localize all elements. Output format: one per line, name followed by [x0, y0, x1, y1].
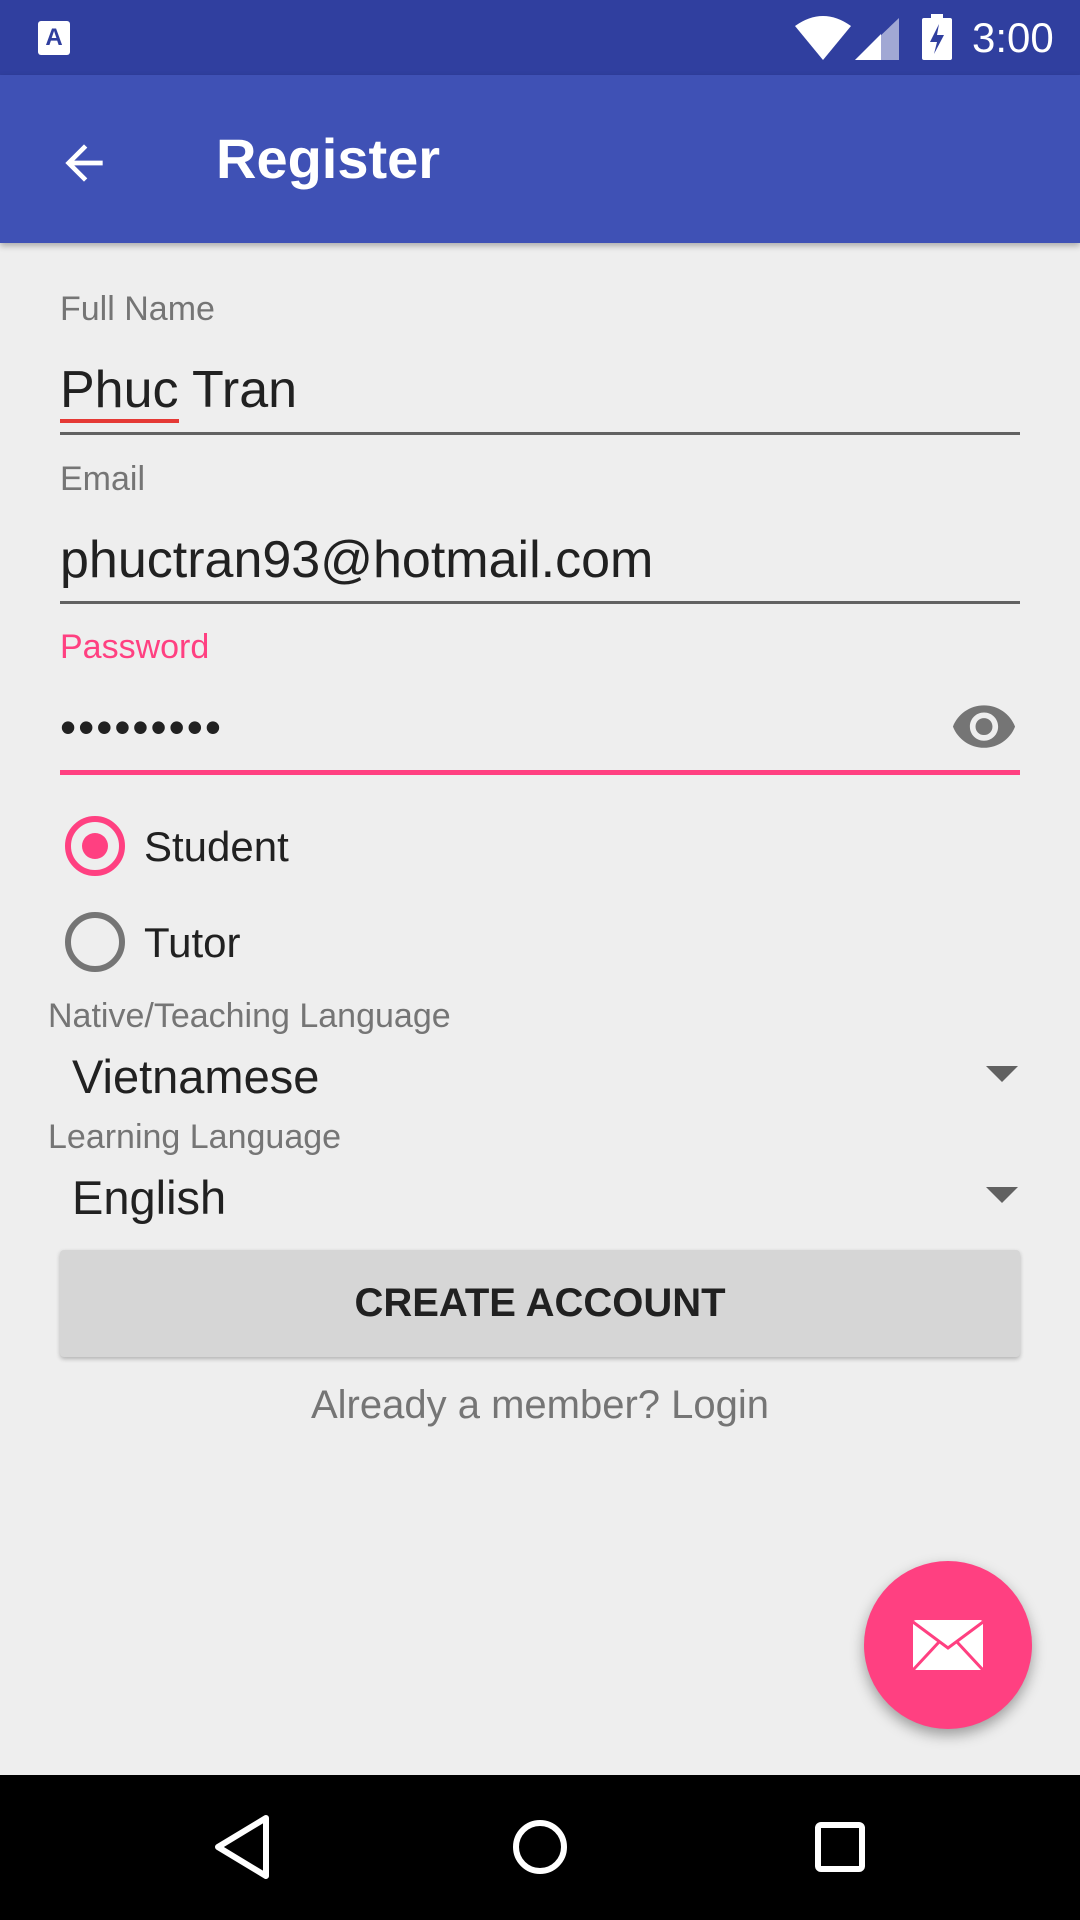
chevron-down-icon[interactable] [986, 1066, 1018, 1082]
nav-recents-icon[interactable] [810, 1812, 870, 1882]
full-name-rest: Tran [178, 361, 298, 419]
login-link[interactable]: Already a member? Login [0, 1383, 1080, 1428]
learning-language-label: Learning Language [48, 1118, 342, 1156]
native-language-label: Native/Teaching Language [48, 997, 451, 1035]
radio-tutor-label[interactable]: Tutor [144, 919, 240, 967]
system-nav-bar [0, 1775, 1080, 1920]
password-label: Password [60, 628, 210, 666]
full-name-field[interactable]: Phuc Tran [60, 360, 298, 423]
radio-student[interactable] [65, 816, 125, 876]
email-label: Email [60, 460, 146, 498]
cell-signal-icon [855, 18, 899, 60]
eye-icon[interactable] [950, 704, 1018, 752]
page-title: Register [216, 127, 441, 190]
radio-tutor[interactable] [65, 912, 125, 972]
native-language-select[interactable]: Vietnamese [72, 1049, 319, 1104]
battery-charging-icon [922, 14, 952, 60]
create-account-button[interactable]: CREATE ACCOUNT [60, 1250, 1020, 1357]
mail-icon [911, 1620, 985, 1672]
full-name-label: Full Name [60, 290, 215, 328]
a-keyboard-icon: A [38, 21, 70, 55]
email-underline [60, 601, 1020, 604]
status-time: 3:00 [972, 14, 1054, 61]
learning-language-select[interactable]: English [72, 1170, 226, 1225]
password-underline [60, 770, 1020, 775]
status-bar: A 3:00 [0, 0, 1080, 75]
full-name-underline [60, 432, 1020, 435]
misspelled-word: Phuc [60, 361, 179, 423]
email-field[interactable]: phuctran93@hotmail.com [60, 530, 653, 590]
radio-student-label[interactable]: Student [144, 823, 289, 871]
app-bar: Register [0, 75, 1080, 243]
chevron-down-icon[interactable] [986, 1187, 1018, 1203]
wifi-icon [795, 16, 851, 60]
password-field[interactable]: ••••••••• [60, 700, 223, 754]
mail-fab-button[interactable] [864, 1561, 1032, 1729]
nav-home-icon[interactable] [510, 1812, 570, 1882]
arrow-back-icon[interactable] [56, 135, 112, 191]
nav-back-icon[interactable] [212, 1812, 272, 1882]
